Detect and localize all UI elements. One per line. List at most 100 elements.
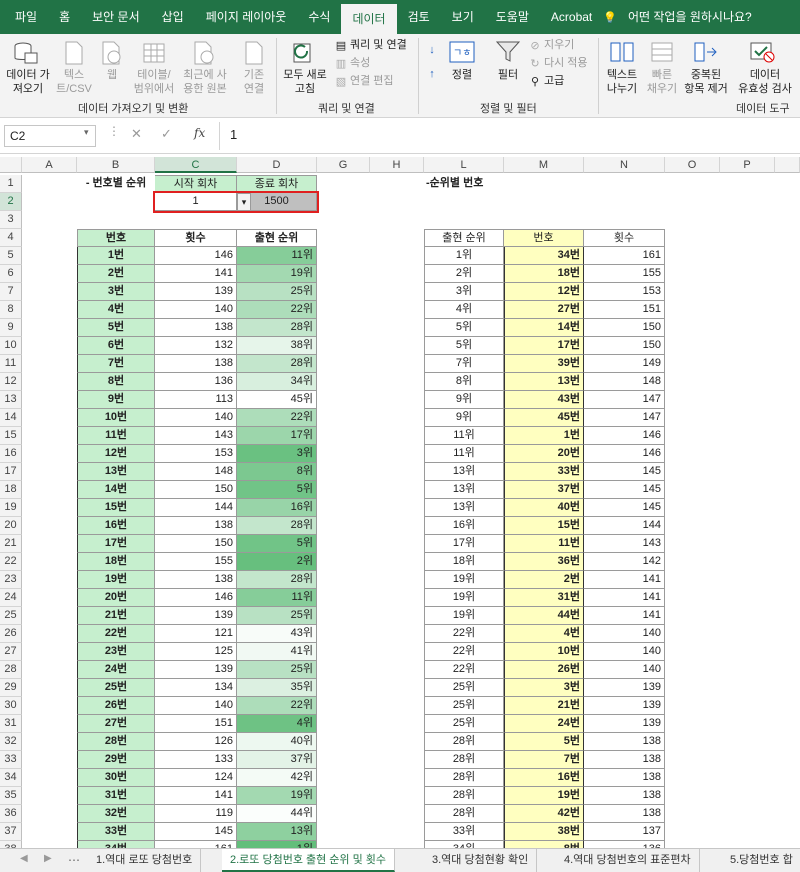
column-header[interactable]: A [22,157,77,173]
table-row[interactable]: 133 [155,751,237,769]
table-row[interactable]: 1번 [504,427,584,445]
table-row[interactable]: 28위 [424,733,504,751]
table-row[interactable]: 140 [584,643,665,661]
section-title-by-number[interactable]: - 번호별 순위 [77,175,155,193]
table-row[interactable]: 18위 [424,553,504,571]
section-title-by-rank[interactable]: -순위별 번호 [424,175,504,193]
table-row[interactable]: 150 [584,337,665,355]
left-table-header[interactable]: 횟수 [155,229,237,247]
table-row[interactable]: 17번 [504,337,584,355]
table-row[interactable]: 140 [584,661,665,679]
table-row[interactable]: 23번 [77,643,155,661]
formula-input[interactable]: 1 [230,127,237,142]
cancel-icon[interactable]: ✕ [131,126,142,142]
table-row[interactable]: 13위 [424,481,504,499]
row-header[interactable]: 35 [0,787,22,805]
table-row[interactable]: 30번 [77,769,155,787]
row-header[interactable]: 25 [0,607,22,625]
reapply-button[interactable]: 다시 적용 [544,56,588,70]
table-row[interactable]: 2번 [77,265,155,283]
table-row[interactable]: 14번 [504,319,584,337]
row-header[interactable]: 5 [0,247,22,265]
row-header[interactable]: 21 [0,535,22,553]
row-header[interactable]: 32 [0,733,22,751]
table-row[interactable]: 25위 [424,715,504,733]
table-row[interactable]: 138 [584,769,665,787]
column-header[interactable]: B [77,157,155,173]
table-row[interactable]: 34번 [77,841,155,848]
table-row[interactable]: 14번 [77,481,155,499]
table-row[interactable]: 22위 [424,625,504,643]
table-row[interactable]: 143 [584,535,665,553]
table-row[interactable]: 138 [155,517,237,535]
table-row[interactable]: 146 [155,589,237,607]
row-header[interactable]: 19 [0,499,22,517]
table-row[interactable]: 150 [584,319,665,337]
ribbon-tab[interactable]: 검토 [397,0,441,34]
table-row[interactable]: 5위 [424,337,504,355]
advanced-filter-button[interactable]: 고급 [544,74,564,88]
table-row[interactable]: 3위 [424,283,504,301]
row-header[interactable]: 13 [0,391,22,409]
row-header[interactable]: 6 [0,265,22,283]
table-row[interactable]: 22위 [237,697,317,715]
table-row[interactable]: 140 [155,409,237,427]
properties-button[interactable]: 속성 [350,56,370,70]
table-row[interactable]: 138 [584,787,665,805]
row-header[interactable]: 38 [0,841,22,848]
table-row[interactable]: 145 [584,499,665,517]
name-box[interactable]: C2 [4,125,96,147]
table-row[interactable]: 5번 [77,319,155,337]
table-row[interactable]: 25위 [237,661,317,679]
ribbon-tab[interactable]: 보기 [441,0,485,34]
sheet-tab[interactable]: 1.역대 로또 당첨번호 [88,849,202,872]
table-row[interactable]: 9위 [424,391,504,409]
ribbon-tab[interactable]: 도움말 [485,0,540,34]
table-row[interactable]: 13위 [237,823,317,841]
table-row[interactable]: 34위 [424,841,504,848]
table-row[interactable]: 8번 [504,841,584,848]
table-row[interactable]: 33위 [424,823,504,841]
table-row[interactable]: 1번 [77,247,155,265]
table-row[interactable]: 138 [155,319,237,337]
ribbon-tab[interactable]: 삽입 [151,0,195,34]
table-row[interactable]: 25위 [424,697,504,715]
table-row[interactable]: 144 [155,499,237,517]
table-row[interactable]: 24번 [504,715,584,733]
prev-sheet-icon[interactable]: ◀ [20,853,28,864]
table-row[interactable]: 141 [584,571,665,589]
table-row[interactable]: 161 [584,247,665,265]
table-row[interactable]: 147 [584,409,665,427]
row-header[interactable]: 36 [0,805,22,823]
table-row[interactable]: 44번 [504,607,584,625]
table-row[interactable]: 15번 [77,499,155,517]
table-row[interactable]: 7위 [424,355,504,373]
table-row[interactable]: 140 [584,625,665,643]
table-row[interactable]: 17위 [237,427,317,445]
table-row[interactable]: 147 [584,391,665,409]
ribbon-tab[interactable]: 어떤 작업을 원하시나요? [617,0,763,34]
table-row[interactable]: 141 [155,787,237,805]
column-header[interactable]: M [504,157,584,173]
row-header[interactable]: 28 [0,661,22,679]
row-header[interactable]: 37 [0,823,22,841]
row-header[interactable]: 17 [0,463,22,481]
data-validation-button[interactable]: 데이터 유효성 검사 [730,68,800,96]
table-row[interactable]: 144 [584,517,665,535]
table-row[interactable]: 15번 [504,517,584,535]
table-row[interactable]: 136 [155,373,237,391]
table-row[interactable]: 5위 [237,481,317,499]
left-table-header[interactable]: 번호 [77,229,155,247]
table-row[interactable]: 139 [155,661,237,679]
table-row[interactable]: 7번 [504,751,584,769]
table-row[interactable]: 28위 [237,355,317,373]
table-row[interactable]: 31번 [504,589,584,607]
table-row[interactable]: 136 [584,841,665,848]
row-header[interactable]: 15 [0,427,22,445]
sort-button[interactable]: 정렬 [448,68,476,82]
table-row[interactable]: 35위 [237,679,317,697]
column-header[interactable]: L [424,157,504,173]
table-row[interactable]: 146 [584,427,665,445]
table-row[interactable]: 11번 [504,535,584,553]
table-row[interactable]: 138 [584,751,665,769]
